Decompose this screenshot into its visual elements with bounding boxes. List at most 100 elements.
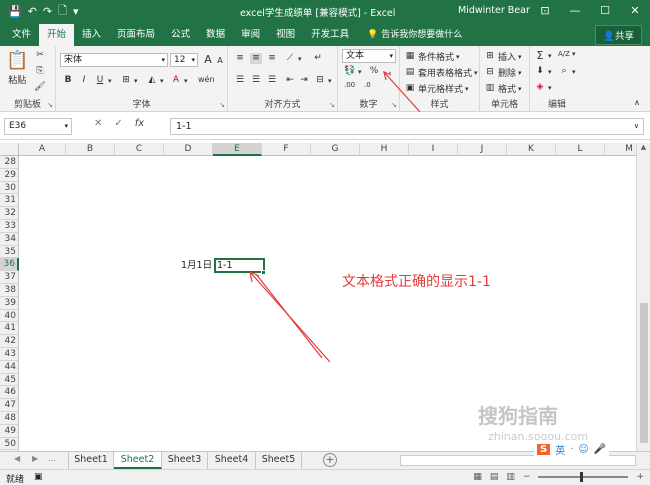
redo-icon[interactable]: ↷	[43, 5, 52, 18]
clear-button[interactable]: ◈ ▾	[534, 82, 552, 93]
row-header-45[interactable]: 45	[0, 373, 19, 387]
row-header-36[interactable]: 36	[0, 258, 19, 272]
tell-me-box[interactable]: 💡 告诉我你想要做什么	[367, 24, 462, 46]
format-painter-icon[interactable]: 🖌	[34, 82, 46, 93]
sogou-logo-icon[interactable]: S	[537, 443, 551, 455]
column-header-e[interactable]: E	[213, 143, 262, 156]
row-header-43[interactable]: 43	[0, 348, 19, 361]
tab-insert[interactable]: 插入	[74, 24, 109, 46]
clipboard-launcher-icon[interactable]: ↘	[47, 101, 53, 109]
tab-file[interactable]: 文件	[4, 24, 39, 46]
sheet-tab-4[interactable]: Sheet4	[208, 452, 256, 469]
row-header-34[interactable]: 34	[0, 232, 19, 246]
sheet-tab-2[interactable]: Sheet2	[114, 452, 162, 469]
conditional-formatting-button[interactable]: ▦ 条件格式 ▾	[404, 50, 460, 63]
column-header-j[interactable]: J	[458, 143, 507, 156]
maximize-icon[interactable]: ☐	[590, 0, 620, 22]
page-layout-view-icon[interactable]: ▤	[490, 472, 499, 482]
indent-increase-icon[interactable]: ⇥	[298, 75, 310, 86]
wrap-text-icon[interactable]: ↵	[312, 53, 324, 64]
row-header-49[interactable]: 49	[0, 424, 19, 438]
column-header-l[interactable]: L	[556, 143, 605, 156]
save-icon[interactable]: 💾	[8, 5, 22, 18]
column-header-a[interactable]: A	[19, 143, 66, 156]
minimize-icon[interactable]: —	[560, 0, 590, 22]
cell-styles-button[interactable]: ▣ 单元格样式 ▾	[404, 82, 469, 95]
align-middle-icon[interactable]: ≡	[250, 53, 262, 64]
row-header-32[interactable]: 32	[0, 207, 19, 220]
grow-font-button[interactable]: A	[202, 54, 214, 65]
orientation-icon[interactable]: ⟋ ▾	[284, 53, 302, 64]
row-header-41[interactable]: 41	[0, 322, 19, 336]
tab-data[interactable]: 数据	[198, 24, 233, 46]
column-header-i[interactable]: I	[409, 143, 458, 156]
align-bottom-icon[interactable]: ≡	[266, 53, 278, 64]
expand-formula-icon[interactable]: ∨	[634, 119, 639, 134]
row-header-38[interactable]: 38	[0, 284, 19, 297]
row-header-47[interactable]: 47	[0, 399, 19, 412]
row-header-48[interactable]: 48	[0, 412, 19, 425]
sheet-tab-3[interactable]: Sheet3	[162, 452, 208, 469]
customize-qat-icon[interactable]: ▾	[73, 5, 79, 18]
tab-review[interactable]: 审阅	[233, 24, 268, 46]
row-header-28[interactable]: 28	[0, 156, 19, 169]
select-all-corner[interactable]	[0, 143, 19, 156]
decrease-decimal-button[interactable]: .0	[364, 81, 371, 89]
cancel-icon[interactable]: ✕	[94, 118, 102, 129]
column-header-k[interactable]: K	[507, 143, 556, 156]
delete-cells-button[interactable]: ⊟ 删除 ▾	[484, 66, 521, 79]
number-format-select[interactable]: 文本 ▾	[342, 49, 396, 63]
column-header-f[interactable]: F	[262, 143, 311, 156]
next-sheet-icon[interactable]: ▶	[32, 454, 38, 463]
column-header-h[interactable]: H	[360, 143, 409, 156]
row-header-31[interactable]: 31	[0, 194, 19, 208]
close-icon[interactable]: ✕	[620, 0, 650, 22]
tab-developer[interactable]: 开发工具	[303, 24, 357, 46]
cell-d36[interactable]: 1月1日	[181, 260, 212, 272]
zoom-out-icon[interactable]: −	[523, 472, 531, 482]
shrink-font-button[interactable]: A	[214, 55, 226, 66]
prev-sheet-icon[interactable]: ◀	[14, 454, 20, 463]
ime-mic-icon[interactable]: 🎤	[594, 444, 606, 455]
ribbon-display-icon[interactable]: ⊡	[530, 0, 560, 22]
accounting-format-icon[interactable]: 💱 ▾	[344, 66, 361, 77]
bold-button[interactable]: B	[62, 75, 74, 86]
tab-formulas[interactable]: 公式	[163, 24, 198, 46]
border-button[interactable]: ⊞ ▾	[120, 75, 137, 86]
sheet-tab-5[interactable]: Sheet5	[256, 452, 302, 469]
insert-function-icon[interactable]: fx	[135, 118, 144, 129]
scroll-up-icon[interactable]: ▲	[637, 143, 650, 151]
row-header-30[interactable]: 30	[0, 181, 19, 195]
font-launcher-icon[interactable]: ↘	[219, 101, 225, 109]
font-name-select[interactable]: 宋体 ▾	[60, 53, 168, 67]
sort-filter-button[interactable]: A/Z ▾	[558, 50, 575, 58]
column-header-d[interactable]: D	[164, 143, 213, 156]
row-header-44[interactable]: 44	[0, 360, 19, 374]
enter-icon[interactable]: ✓	[114, 118, 122, 129]
fill-handle[interactable]	[261, 270, 266, 275]
column-header-g[interactable]: G	[311, 143, 360, 156]
zoom-slider[interactable]	[538, 472, 629, 482]
column-header-c[interactable]: C	[115, 143, 164, 156]
collapse-ribbon-icon[interactable]: ∧	[634, 98, 640, 107]
italic-button[interactable]: I	[78, 75, 90, 86]
undo-icon[interactable]: ↶	[28, 5, 37, 18]
tab-page-layout[interactable]: 页面布局	[109, 24, 163, 46]
row-header-50[interactable]: 50	[0, 437, 19, 451]
number-launcher-icon[interactable]: ↘	[391, 101, 397, 109]
indent-decrease-icon[interactable]: ⇤	[284, 75, 296, 86]
percent-style-button[interactable]: %	[368, 66, 380, 77]
format-as-table-button[interactable]: ▤ 套用表格格式 ▾	[404, 66, 478, 79]
underline-button[interactable]: U ▾	[94, 75, 112, 86]
row-header-33[interactable]: 33	[0, 220, 19, 233]
ime-emoji-icon[interactable]: ☺	[578, 444, 588, 455]
formula-input[interactable]: 1-1 ∨	[170, 118, 644, 135]
row-header-46[interactable]: 46	[0, 386, 19, 400]
format-cells-button[interactable]: ▥ 格式 ▾	[484, 82, 522, 95]
phonetic-button[interactable]: wén	[198, 75, 215, 84]
align-top-icon[interactable]: ≡	[234, 53, 246, 64]
row-header-40[interactable]: 40	[0, 309, 19, 323]
align-center-icon[interactable]: ☰	[250, 75, 262, 86]
row-header-37[interactable]: 37	[0, 271, 19, 284]
share-button[interactable]: 👤共享	[595, 25, 642, 45]
